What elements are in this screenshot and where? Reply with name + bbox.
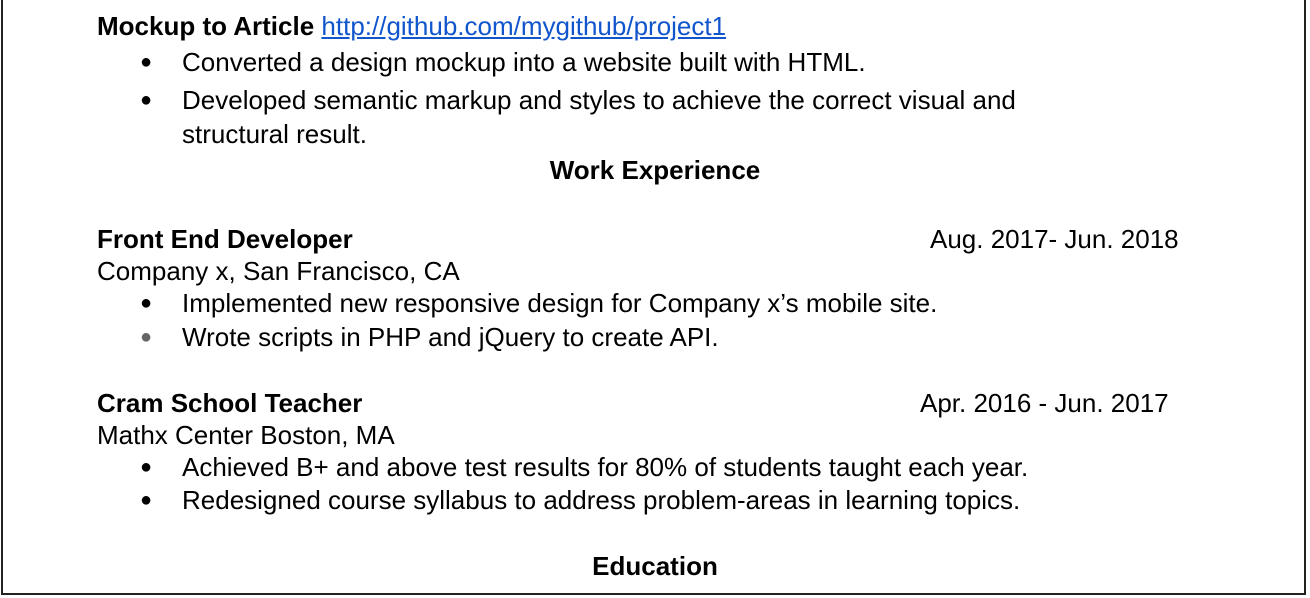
bullet-icon: ● [140,489,153,511]
project-bullet-2: Developed semantic markup and styles to … [182,85,1016,115]
project-link[interactable]: http://github.com/mygithub/project1 [321,11,726,41]
project-heading: Mockup to Article http://github.com/mygi… [97,9,726,43]
job-2-bullet-1: Achieved B+ and above test results for 8… [182,452,1029,482]
job-title-cram-school-teacher: Cram School Teacher [97,388,363,418]
job-title-front-end-developer: Front End Developer [97,224,353,254]
job-dates-cram-school-teacher: Apr. 2016 - Jun. 2017 [920,388,1169,418]
section-heading-work-experience: Work Experience [549,155,761,185]
job-company-front-end-developer: Company x, San Francisco, CA [97,256,460,286]
section-heading-education: Education [592,551,718,581]
job-1-bullet-1: Implemented new responsive design for Co… [182,288,938,318]
bullet-icon: ● [140,326,153,348]
bullet-icon: ● [140,292,153,314]
project-title: Mockup to Article [97,11,315,41]
job-dates-front-end-developer: Aug. 2017- Jun. 2018 [930,224,1179,254]
project-bullet-1: Converted a design mockup into a website… [182,47,866,77]
bullet-icon: ● [140,51,153,73]
bullet-icon: ● [140,89,153,111]
job-1-bullet-2: Wrote scripts in PHP and jQuery to creat… [182,322,719,352]
bullet-icon: ● [140,456,153,478]
project-bullet-2-continued: structural result. [182,119,367,149]
job-company-cram-school-teacher: Mathx Center Boston, MA [97,420,395,450]
job-2-bullet-2: Redesigned course syllabus to address pr… [182,485,1021,515]
